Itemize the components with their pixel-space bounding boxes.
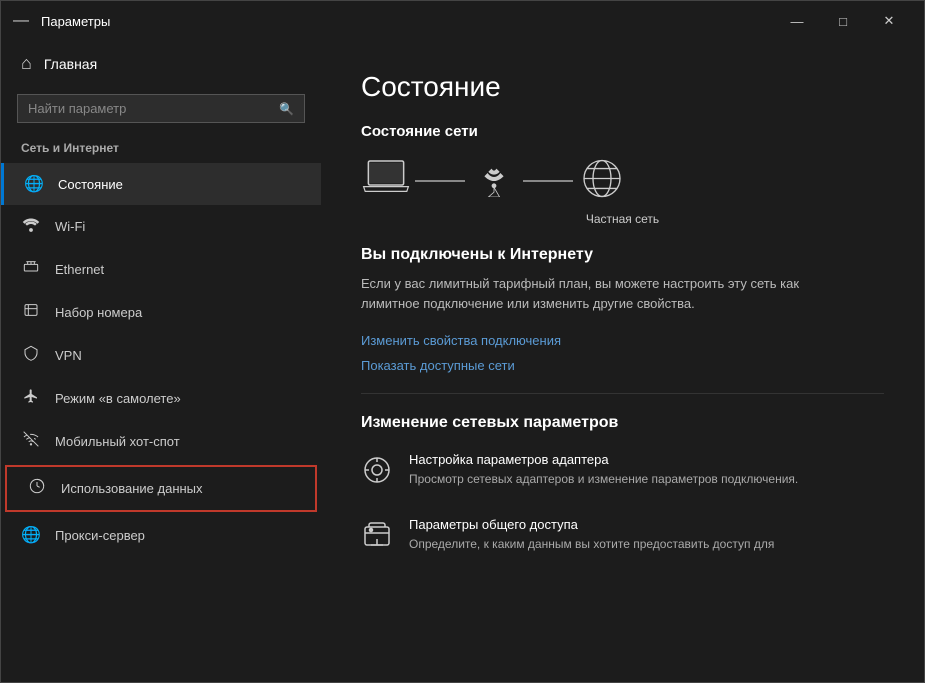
sharing-settings-title: Параметры общего доступа (409, 517, 774, 532)
hotspot-icon (21, 431, 41, 452)
wifi-icon (21, 216, 41, 237)
sidebar-item-vpn[interactable]: VPN (1, 334, 321, 377)
proxy-icon: 🌐 (21, 525, 41, 545)
adapter-settings-content: Настройка параметров адаптера Просмотр с… (409, 452, 798, 488)
sidebar-section-label: Сеть и Интернет (1, 135, 321, 163)
back-button[interactable]: — (13, 12, 29, 30)
section-divider (361, 393, 884, 394)
sidebar-item-vpn-label: VPN (55, 348, 82, 363)
sidebar-item-proxy[interactable]: 🌐 Прокси-сервер (1, 514, 321, 556)
page-title: Состояние (361, 71, 884, 103)
dialup-icon (21, 302, 41, 323)
sharing-settings-icon (361, 519, 393, 558)
network-line-2 (523, 180, 573, 182)
sidebar-item-airplane-label: Режим «в самолете» (55, 391, 181, 406)
data-usage-icon (27, 478, 47, 499)
sidebar-item-proxy-label: Прокси-сервер (55, 528, 145, 543)
sharing-settings-desc: Определите, к каким данным вы хотите пре… (409, 536, 774, 553)
sidebar-item-wifi-label: Wi-Fi (55, 219, 85, 234)
airplane-icon (21, 388, 41, 409)
router-icon (469, 157, 519, 206)
sidebar: ⌂ Главная 🔍 Сеть и Интернет 🌐 Состояние (1, 41, 321, 682)
main-content: Состояние Состояние сети (321, 41, 924, 682)
window-controls: — □ ✕ (774, 5, 912, 37)
network-status-heading: Состояние сети (361, 123, 884, 140)
content-area: ⌂ Главная 🔍 Сеть и Интернет 🌐 Состояние (1, 41, 924, 682)
adapter-settings-desc: Просмотр сетевых адаптеров и изменение п… (409, 471, 798, 488)
adapter-settings-title: Настройка параметров адаптера (409, 452, 798, 467)
sidebar-item-ethernet-label: Ethernet (55, 262, 104, 277)
close-button[interactable]: ✕ (866, 5, 912, 37)
search-icon: 🔍 (279, 102, 294, 116)
network-label: Частная сеть (361, 212, 884, 226)
sidebar-item-wifi[interactable]: Wi-Fi (1, 205, 321, 248)
sidebar-item-data-usage[interactable]: Использование данных (5, 465, 317, 512)
minimize-button[interactable]: — (774, 5, 820, 37)
settings-section-title: Изменение сетевых параметров (361, 414, 884, 432)
home-nav-item[interactable]: ⌂ Главная (1, 41, 321, 86)
status-icon: 🌐 (24, 174, 44, 194)
sharing-settings-item[interactable]: Параметры общего доступа Определите, к к… (361, 517, 884, 558)
window-title: Параметры (41, 14, 774, 29)
adapter-settings-icon (361, 454, 393, 493)
sidebar-item-dialup-label: Набор номера (55, 305, 142, 320)
connected-description: Если у вас лимитный тарифный план, вы мо… (361, 274, 801, 313)
search-box: 🔍 (17, 94, 305, 123)
home-label: Главная (44, 56, 97, 72)
sidebar-item-status[interactable]: 🌐 Состояние (1, 163, 321, 205)
title-bar: — Параметры — □ ✕ (1, 1, 924, 41)
ethernet-icon (21, 259, 41, 280)
sidebar-item-hotspot-label: Мобильный хот-спот (55, 434, 180, 449)
sidebar-item-data-usage-label: Использование данных (61, 481, 203, 496)
adapter-settings-item[interactable]: Настройка параметров адаптера Просмотр с… (361, 452, 884, 493)
connected-heading: Вы подключены к Интернету (361, 246, 884, 264)
sidebar-item-hotspot[interactable]: Мобильный хот-спот (1, 420, 321, 463)
globe-icon (577, 156, 627, 206)
maximize-button[interactable]: □ (820, 5, 866, 37)
settings-window: — Параметры — □ ✕ ⌂ Главная 🔍 Сеть и Инт… (0, 0, 925, 683)
sidebar-item-ethernet[interactable]: Ethernet (1, 248, 321, 291)
sharing-settings-content: Параметры общего доступа Определите, к к… (409, 517, 774, 553)
show-available-networks-link[interactable]: Показать доступные сети (361, 358, 884, 373)
sidebar-item-airplane[interactable]: Режим «в самолете» (1, 377, 321, 420)
vpn-icon (21, 345, 41, 366)
network-diagram (361, 156, 884, 206)
sidebar-item-status-label: Состояние (58, 177, 123, 192)
network-line-1 (415, 180, 465, 182)
change-properties-link[interactable]: Изменить свойства подключения (361, 333, 884, 348)
sidebar-item-dialup[interactable]: Набор номера (1, 291, 321, 334)
home-icon: ⌂ (21, 53, 32, 74)
laptop-icon (361, 157, 411, 206)
search-input[interactable] (28, 101, 271, 116)
